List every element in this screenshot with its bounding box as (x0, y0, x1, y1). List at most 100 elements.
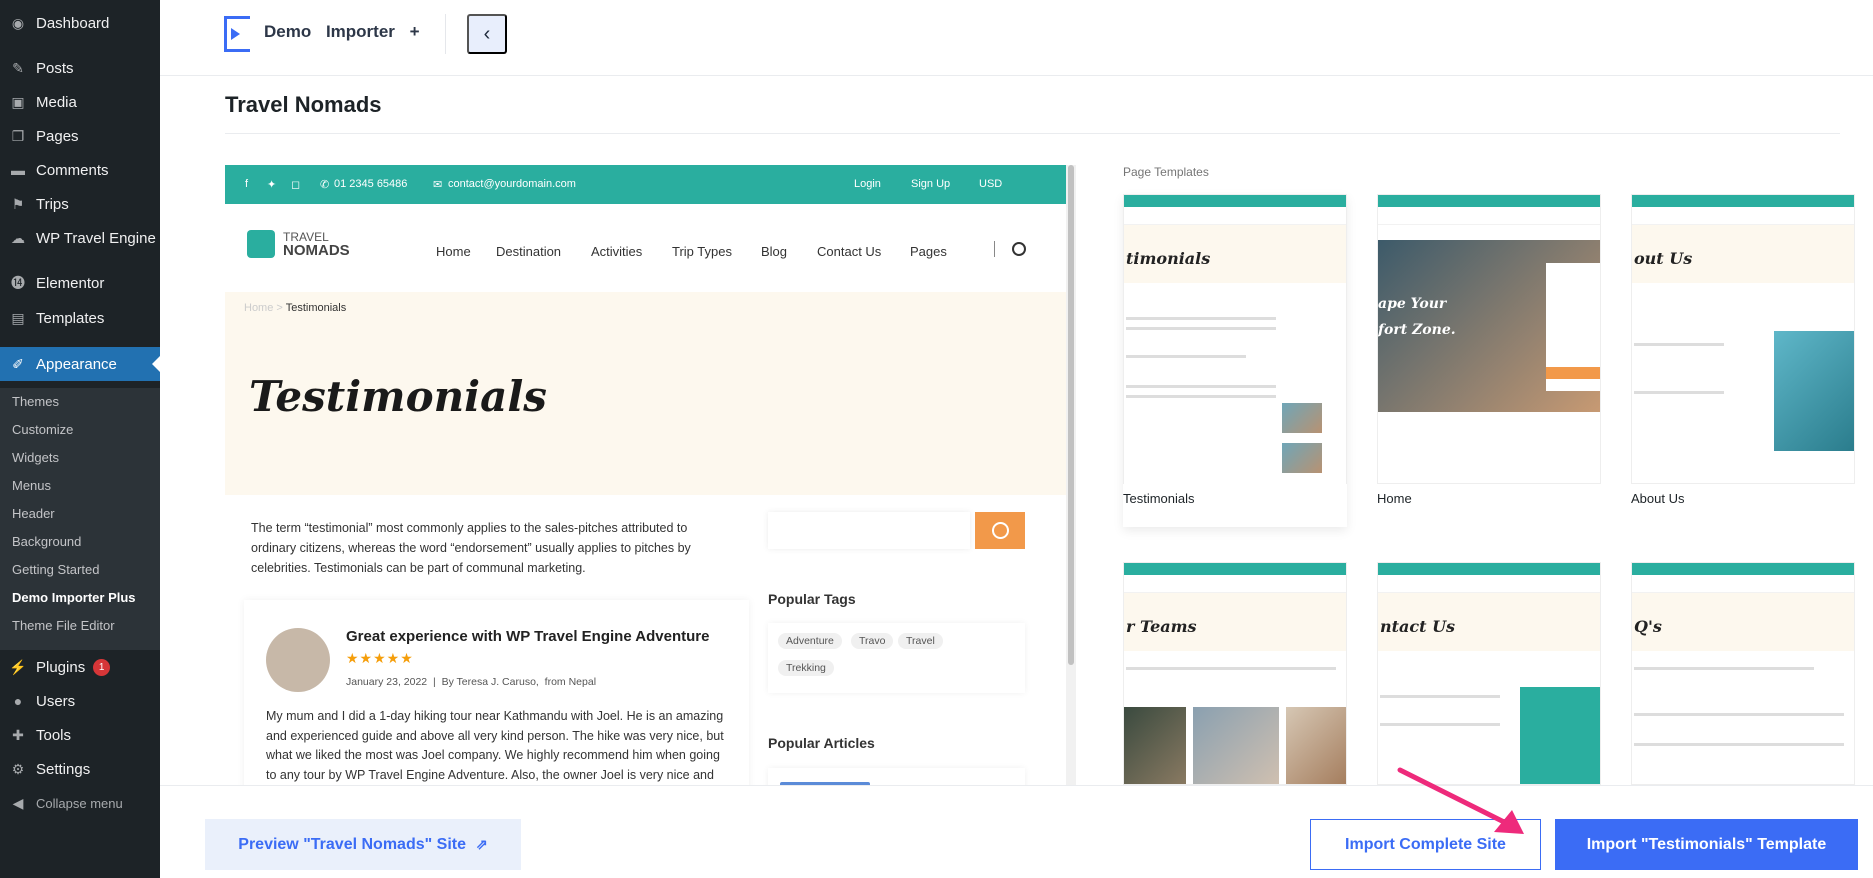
submenu-customize[interactable]: Customize (12, 422, 73, 437)
facebook-icon: f (245, 178, 249, 190)
submenu-widgets[interactable]: Widgets (12, 450, 59, 465)
thumb-hero: r Teams (1124, 593, 1346, 651)
import-template-button[interactable]: Import "Testimonials" Template (1555, 819, 1858, 870)
thumb-photo (1282, 443, 1322, 473)
twitter-icon: ✦ (267, 179, 277, 191)
wp-admin-menu: ◉ Dashboard ✎ Posts ▣ Media ❐ Pages ▬ Comment… (0, 0, 160, 878)
testimonial-card: Great experience with WP Travel Engine A… (244, 600, 749, 785)
thumb-topbar (1378, 195, 1600, 207)
menu-wp-travel-engine[interactable]: ☁ WP Travel Engine (0, 221, 160, 255)
thumb-topbar (1124, 195, 1346, 207)
menu-appearance[interactable]: ✐ Appearance (0, 347, 160, 381)
page-title: Travel Nomads (225, 92, 382, 117)
thumb-hero: ntact Us (1378, 593, 1600, 651)
template-card-testimonials[interactable]: timonials Testimonials (1123, 194, 1347, 527)
menu-plugins[interactable]: ⚡ Plugins 1 (0, 650, 160, 684)
search-icon (1012, 242, 1026, 256)
travel-icon: ☁ (11, 229, 25, 246)
thumb-line (1126, 667, 1336, 670)
settings-icon: ⚙ (11, 760, 25, 777)
submenu-getting-started[interactable]: Getting Started (12, 562, 99, 577)
thumb-nav (1124, 207, 1346, 225)
template-caption: Testimonials (1123, 491, 1195, 506)
submenu-header[interactable]: Header (12, 506, 55, 521)
breadcrumb: Home > Testimonials (244, 302, 347, 314)
thumb-hero: out Us (1632, 225, 1854, 283)
thumb-topbar (1124, 563, 1346, 575)
menu-trips[interactable]: ⚑ Trips (0, 187, 160, 221)
import-complete-site-button[interactable]: Import Complete Site (1310, 819, 1541, 870)
avatar (266, 628, 330, 692)
nav-divider (994, 241, 995, 257)
submenu-background[interactable]: Background (12, 534, 81, 549)
pages-icon: ❐ (11, 127, 25, 144)
thumb-line (1634, 713, 1844, 716)
preview-nav-pages: Pages (910, 244, 947, 259)
preview-nav-contact: Contact Us (817, 244, 882, 259)
template-thumbnail: out Us (1631, 194, 1855, 484)
menu-comments[interactable]: ▬ Comments (0, 153, 160, 187)
menu-elementor[interactable]: ⓮ Elementor (0, 266, 160, 300)
menu-pages[interactable]: ❐ Pages (0, 119, 160, 153)
thumb-line (1634, 391, 1724, 394)
thumb-line (1380, 723, 1500, 726)
menu-media[interactable]: ▣ Media (0, 85, 160, 119)
preview-nav-trip-types: Trip Types (672, 244, 732, 259)
preview-nav-blog: Blog (761, 244, 788, 259)
menu-templates[interactable]: ▤ Templates (0, 301, 160, 335)
thumb-form-button (1546, 367, 1600, 379)
importer-logo-icon (224, 16, 250, 52)
menu-tools[interactable]: ✚ Tools (0, 718, 160, 752)
menu-settings[interactable]: ⚙ Settings (0, 752, 160, 786)
submenu-themes[interactable]: Themes (12, 394, 59, 409)
media-icon: ▣ (11, 93, 25, 110)
preview-hero-title: Testimonials (249, 372, 547, 421)
thumb-topbar (1632, 195, 1854, 207)
folder-icon: ▤ (11, 309, 25, 326)
menu-collapse[interactable]: ◀ Collapse menu (0, 786, 160, 820)
preview-currency: USD (979, 178, 1003, 190)
thumb-photo (1774, 331, 1854, 451)
title-divider (225, 133, 1840, 134)
external-link-icon: ⇗ (475, 836, 488, 852)
thumb-line (1634, 743, 1844, 746)
thumb-hero-title: ape Your fort Zone. (1378, 296, 1456, 338)
thumb-nav (1632, 207, 1854, 225)
testimonial-text: My mum and I did a 1-day hiking tour nea… (266, 709, 724, 782)
site-preview-frame[interactable]: f ✦ ◻ ✆ 01 2345 65486 ✉ contact@yourdoma… (225, 165, 1066, 785)
thumb-line (1126, 317, 1276, 320)
importer-header: Demo Importer + ‹ (160, 0, 1873, 76)
template-caption: Home (1377, 491, 1412, 506)
submenu-theme-file-editor[interactable]: Theme File Editor (12, 618, 115, 633)
tag: Travo (851, 633, 894, 649)
preview-phone: 01 2345 65486 (334, 178, 408, 190)
menu-users[interactable]: ● Users (0, 684, 160, 718)
preview-site-button[interactable]: Preview "Travel Nomads" Site ⇗ (205, 819, 521, 870)
thumb-nav (1124, 575, 1346, 593)
thumb-photo (1124, 707, 1186, 784)
brush-icon: ✐ (12, 355, 24, 372)
menu-dashboard[interactable]: ◉ Dashboard (0, 6, 160, 40)
submenu-menus[interactable]: Menus (12, 478, 51, 493)
back-button[interactable]: ‹ (467, 14, 507, 54)
trips-icon: ⚑ (11, 195, 25, 212)
rating-stars: ★★★★★ (346, 651, 414, 667)
popular-tags-heading: Popular Tags (768, 591, 856, 607)
template-thumbnail: Q's (1631, 562, 1855, 785)
plugins-update-badge: 1 (93, 658, 111, 676)
menu-posts[interactable]: ✎ Posts (0, 51, 160, 85)
thumb-hero: Q's (1632, 593, 1854, 651)
thumb-hero: timonials (1124, 225, 1346, 283)
thumb-topbar (1378, 563, 1600, 575)
thumb-contact-box (1520, 687, 1600, 784)
comment-icon: ▬ (11, 162, 25, 178)
phone-icon: ✆ (320, 179, 330, 191)
instagram-icon: ◻ (291, 179, 301, 191)
dashboard-icon: ◉ (11, 14, 25, 31)
thumb-topbar (1632, 563, 1854, 575)
thumb-line (1634, 343, 1724, 346)
preview-scrollbar-thumb[interactable] (1068, 165, 1074, 665)
preview-login: Login (854, 178, 881, 190)
template-thumbnail: ntact Us (1377, 562, 1601, 785)
submenu-demo-importer-plus[interactable]: Demo Importer Plus (12, 590, 136, 605)
